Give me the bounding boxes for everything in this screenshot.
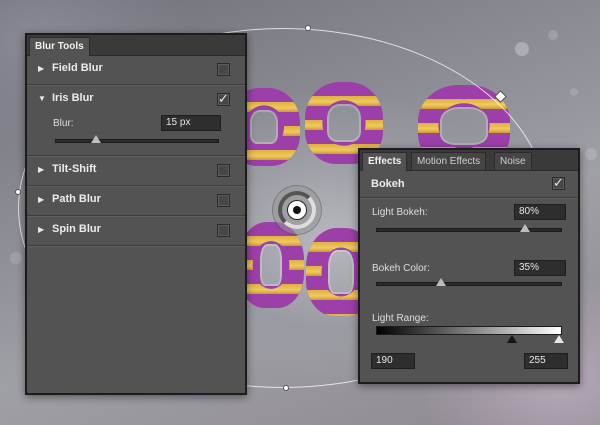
bokeh-divider (360, 197, 578, 198)
bokeh-color-field[interactable]: 35% (514, 260, 566, 276)
field-blur-checkbox[interactable] (217, 63, 230, 76)
light-range-label: Light Range: (372, 313, 429, 324)
iris-blur-checkbox[interactable]: ✓ (217, 91, 230, 106)
blur-item-path-blur[interactable]: ▶ Path Blur (27, 186, 245, 216)
bokeh-spot (570, 88, 578, 96)
blur-tools-tabbar: Blur Tools (27, 35, 245, 56)
chevron-right-icon[interactable]: ▶ (38, 195, 44, 204)
blur-tools-panel: Blur Tools ▶ Field Blur ▼ Iris Blur ✓ Bl… (25, 33, 247, 395)
blur-item-spin-blur[interactable]: ▶ Spin Blur (27, 216, 245, 246)
tilt-shift-label: Tilt-Shift (52, 163, 97, 175)
bokeh-spot (515, 42, 529, 56)
bokeh-color-slider-track[interactable] (376, 282, 562, 286)
chevron-down-icon[interactable]: ▼ (38, 94, 46, 103)
bokeh-spot (548, 30, 558, 40)
light-bokeh-slider-thumb[interactable] (519, 224, 530, 232)
tab-motion-effects[interactable]: Motion Effects (411, 152, 487, 170)
field-blur-label: Field Blur (52, 62, 103, 74)
bokeh-color-slider-thumb[interactable] (436, 278, 447, 286)
light-bokeh-field[interactable]: 80% (514, 204, 566, 220)
chevron-right-icon[interactable]: ▶ (38, 64, 44, 73)
light-range-high-field[interactable]: 255 (524, 353, 568, 369)
bokeh-checkbox[interactable]: ✓ (552, 175, 565, 190)
chevron-right-icon[interactable]: ▶ (38, 165, 44, 174)
blur-item-tilt-shift[interactable]: ▶ Tilt-Shift (27, 156, 245, 186)
effects-tabbar: Effects Motion Effects Noise (360, 150, 578, 171)
iris-ellipse-handle-left[interactable] (15, 189, 21, 195)
tab-effects[interactable]: Effects (362, 152, 408, 171)
light-range-high-thumb[interactable] (554, 335, 564, 343)
light-range-low-field[interactable]: 190 (371, 353, 415, 369)
effects-panel: Effects Motion Effects Noise Bokeh ✓ Lig… (358, 148, 580, 384)
blur-pin-center[interactable] (288, 201, 306, 219)
check-icon: ✓ (218, 91, 229, 106)
check-icon: ✓ (553, 175, 564, 190)
spin-blur-label: Spin Blur (52, 223, 101, 235)
blur-item-field-blur[interactable]: ▶ Field Blur (27, 55, 245, 85)
blur-item-iris-blur[interactable]: ▼ Iris Blur ✓ Blur: 15 px (27, 85, 245, 156)
iris-ellipse-handle-bottom[interactable] (283, 385, 289, 391)
bokeh-color-label: Bokeh Color: (372, 263, 430, 274)
iris-blur-amount-label: Blur: (53, 118, 74, 129)
bokeh-spot (585, 148, 597, 160)
tilt-shift-checkbox[interactable] (217, 164, 230, 177)
iris-blur-label: Iris Blur (52, 92, 94, 104)
tab-noise[interactable]: Noise (494, 152, 532, 170)
light-range-gradient[interactable] (376, 326, 562, 335)
tab-blur-tools[interactable]: Blur Tools (29, 37, 90, 56)
iris-blur-amount-field[interactable]: 15 px (161, 115, 221, 131)
bokeh-spot (10, 252, 22, 264)
spin-blur-checkbox[interactable] (217, 224, 230, 237)
iris-blur-slider-thumb[interactable] (91, 135, 101, 143)
iris-blur-slider-track[interactable] (55, 139, 219, 143)
iris-ellipse-handle-top[interactable] (305, 25, 311, 31)
light-range-low-thumb[interactable] (507, 335, 517, 343)
light-bokeh-label: Light Bokeh: (372, 207, 428, 218)
light-bokeh-slider-track[interactable] (376, 228, 562, 232)
chevron-right-icon[interactable]: ▶ (38, 225, 44, 234)
bokeh-label: Bokeh (371, 178, 405, 190)
path-blur-checkbox[interactable] (217, 194, 230, 207)
path-blur-label: Path Blur (52, 193, 101, 205)
